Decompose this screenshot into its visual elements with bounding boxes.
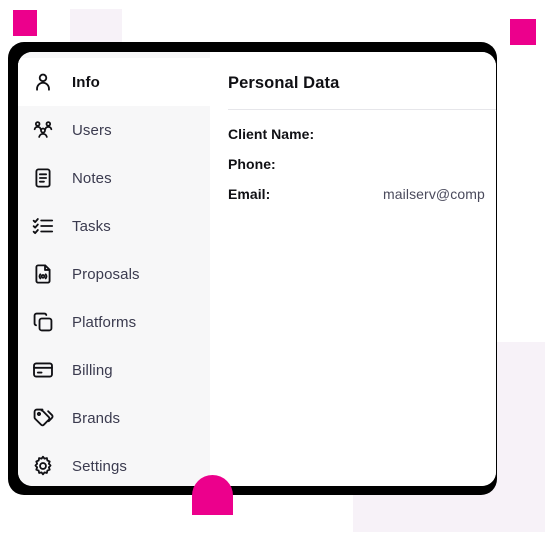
credit-card-icon	[30, 357, 56, 383]
decor-square-top-right	[510, 19, 536, 45]
copy-layers-icon	[30, 309, 56, 335]
note-icon	[30, 165, 56, 191]
sidebar-item-label: Platforms	[72, 313, 137, 331]
page-title: Personal Data	[228, 74, 340, 92]
field-label: Phone:	[228, 156, 276, 172]
sidebar-item-label: Brands	[72, 409, 121, 427]
sidebar-item-platforms[interactable]: Platforms	[18, 298, 210, 346]
sidebar-item-label: Proposals	[72, 265, 140, 283]
field-row-email: Email: mailserv@comp	[228, 186, 496, 216]
sidebar-item-label: Settings	[72, 457, 127, 475]
field-row-phone: Phone:	[228, 156, 496, 186]
sidebar-item-label: Notes	[72, 169, 112, 187]
field-label: Client Name:	[228, 126, 315, 142]
sidebar-item-brands[interactable]: Brands	[18, 394, 210, 442]
sidebar-item-proposals[interactable]: Proposals	[18, 250, 210, 298]
sidebar-item-label: Billing	[72, 361, 113, 379]
sidebar-item-label: Users	[72, 121, 112, 139]
decor-arch-bottom	[192, 475, 233, 515]
field-label: Email:	[228, 186, 271, 202]
users-group-icon	[30, 117, 56, 143]
sidebar-item-tasks[interactable]: Tasks	[18, 202, 210, 250]
personal-data-panel: Personal Data Client Name: Phone: Email:…	[210, 52, 496, 486]
app-window: Info Users Notes Tasks Proposals Platfor…	[18, 52, 496, 486]
gear-icon	[30, 453, 56, 479]
decor-square-top-left	[13, 10, 37, 36]
user-icon	[30, 69, 56, 95]
field-row-client-name: Client Name:	[228, 126, 496, 156]
tags-icon	[30, 405, 56, 431]
sidebar-item-billing[interactable]: Billing	[18, 346, 210, 394]
sidebar-item-notes[interactable]: Notes	[18, 154, 210, 202]
sidebar-item-label: Info	[72, 73, 100, 91]
checklist-icon	[30, 213, 56, 239]
sidebar-item-info[interactable]: Info	[18, 58, 210, 106]
sidebar-item-settings[interactable]: Settings	[18, 442, 210, 486]
sidebar-nav: Info Users Notes Tasks Proposals Platfor…	[18, 52, 210, 486]
field-list: Client Name: Phone: Email: mailserv@comp	[228, 126, 496, 216]
title-divider	[228, 109, 496, 110]
sidebar-item-label: Tasks	[72, 217, 111, 235]
sidebar-item-users[interactable]: Users	[18, 106, 210, 154]
field-value: mailserv@comp	[383, 186, 485, 202]
file-audio-icon	[30, 261, 56, 287]
